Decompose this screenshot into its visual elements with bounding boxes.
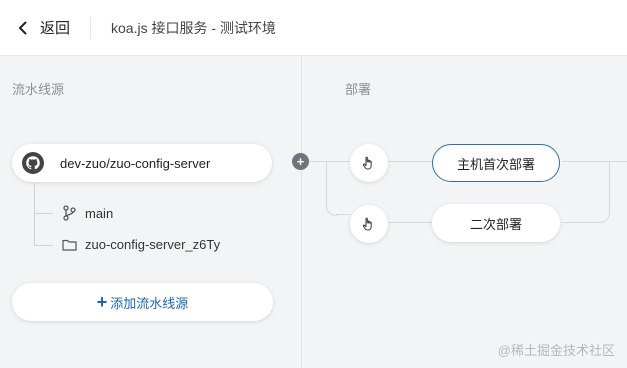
- manual-trigger-button[interactable]: [350, 205, 388, 243]
- stage-second-deploy[interactable]: 二次部署: [432, 204, 560, 242]
- connector-line: [326, 161, 327, 205]
- header-divider: [90, 16, 92, 39]
- artifact-item: zuo-config-server_z6Ty: [62, 237, 220, 252]
- watermark: @稀土掘金技术社区: [497, 343, 615, 358]
- chevron-left-icon: [19, 21, 27, 34]
- connector-line: [388, 222, 432, 223]
- pipeline-source-repo[interactable]: dev-zuo/zuo-config-server: [12, 144, 272, 182]
- add-stage-icon[interactable]: +: [292, 153, 309, 170]
- page-title: koa.js 接口服务 - 测试环境: [111, 19, 276, 36]
- connector-line: [388, 161, 432, 162]
- branch-name: main: [85, 205, 114, 221]
- branch-item: main: [62, 205, 113, 221]
- artifact-name: zuo-config-server_z6Ty: [85, 237, 221, 252]
- connector-line: [336, 214, 350, 215]
- github-icon: [22, 152, 44, 174]
- top-bar: 返回 koa.js 接口服务 - 测试环境: [0, 0, 627, 56]
- connector-line: [562, 161, 627, 162]
- add-source-label: 添加流水线源: [110, 295, 189, 311]
- connector-line: [309, 161, 350, 162]
- plus-icon: +: [96, 292, 108, 312]
- back-button[interactable]: 返回: [18, 17, 70, 38]
- sources-section-label: 流水线源: [12, 82, 65, 97]
- connector-line: [562, 222, 600, 223]
- hand-pointer-icon: [362, 156, 372, 170]
- back-label: 返回: [40, 20, 71, 37]
- connector-line: [599, 161, 610, 223]
- tree-connector: [34, 183, 53, 214]
- branch-icon: [63, 205, 76, 221]
- add-pipeline-source-button[interactable]: + 添加流水线源: [12, 283, 273, 321]
- tree-connector: [34, 212, 53, 246]
- stage-first-deploy[interactable]: 主机首次部署: [432, 144, 560, 182]
- manual-trigger-button[interactable]: [350, 144, 388, 182]
- deploy-section-label: 部署: [345, 82, 372, 97]
- folder-icon: [62, 239, 77, 251]
- repo-name: dev-zuo/zuo-config-server: [60, 155, 211, 171]
- column-divider: [301, 56, 302, 368]
- hand-pointer-icon: [362, 217, 372, 231]
